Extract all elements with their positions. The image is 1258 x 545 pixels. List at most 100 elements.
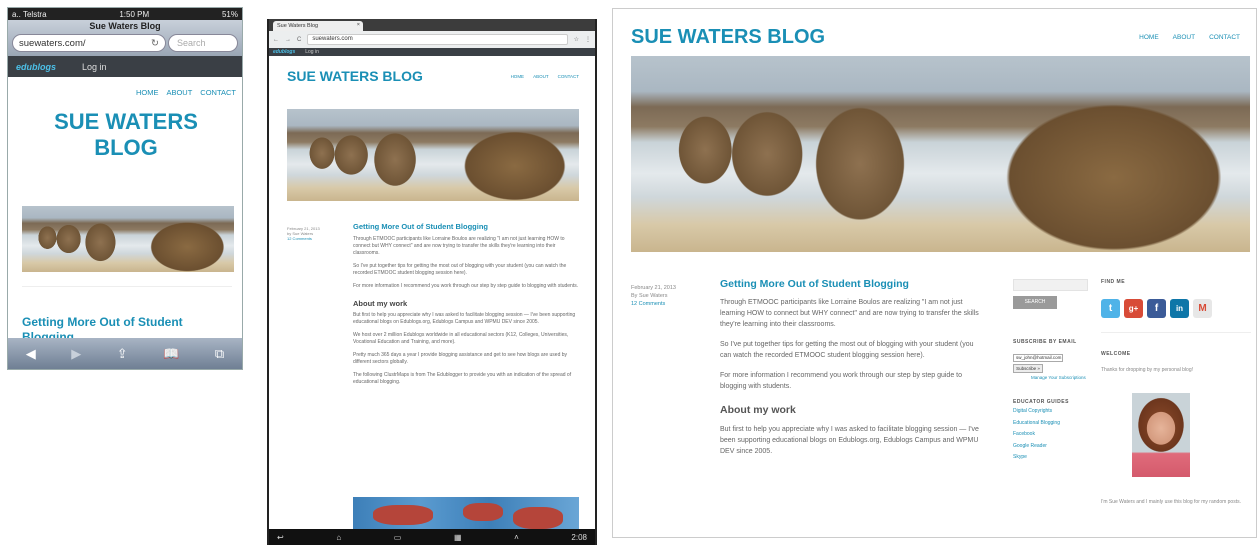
desktop-screenshot: SUE WATERS BLOG HOME ABOUT CONTACT Febru… (612, 8, 1257, 538)
up-icon[interactable]: ˄ (514, 533, 519, 542)
linkedin-icon[interactable]: in (1170, 299, 1189, 318)
main-nav: HOME ABOUT CONTACT (511, 74, 579, 79)
forward-icon[interactable]: → (285, 37, 291, 43)
guide-link[interactable]: Skype (1013, 452, 1088, 464)
nav-contact[interactable]: CONTACT (558, 74, 579, 79)
address-input[interactable]: suewaters.com (307, 34, 568, 45)
menu-icon[interactable]: ⋮ (585, 36, 591, 43)
login-link[interactable]: Log in (305, 49, 319, 55)
paragraph: For more information I recommend you wor… (720, 372, 963, 390)
twitter-icon[interactable]: t (1101, 299, 1120, 318)
subscribe-heading: SUBSCRIBE BY EMAIL (1013, 339, 1077, 345)
android-nav-bar: ↩ ⌂ ▭ ▦ ˄ 2:08 (269, 529, 595, 545)
paragraph: We host over 2 million Edublogs worldwid… (353, 332, 569, 345)
share-icon[interactable]: ⇪ (117, 346, 128, 362)
divider (22, 286, 232, 287)
welcome-heading: WELCOME (1101, 351, 1131, 357)
paragraph: So I've put together tips for getting th… (720, 341, 974, 359)
carrier-label: a.. Telstra (12, 9, 47, 19)
guide-link[interactable]: Google Reader (1013, 441, 1088, 453)
welcome-widget: WELCOME Thanks for dropping by my person… (1101, 351, 1251, 506)
googleplus-icon[interactable]: g+ (1124, 299, 1143, 318)
guide-link[interactable]: Digital Copyrights (1013, 406, 1088, 418)
comments-link[interactable]: 12 Comments (287, 236, 312, 241)
tabs-icon[interactable]: ⧉ (215, 346, 224, 362)
guides-heading: EDUCATOR GUIDES (1013, 399, 1069, 405)
home-icon[interactable]: ⌂ (336, 533, 341, 542)
paragraph: Pretty much 365 days a year I provide bl… (353, 352, 568, 365)
divider (1101, 332, 1251, 333)
back-icon[interactable]: ↩ (277, 533, 284, 542)
find-me-heading: FIND ME (1101, 279, 1126, 285)
search-input[interactable] (1013, 279, 1088, 291)
edublogs-logo[interactable]: edublogs (273, 49, 295, 55)
site-header: SUE WATERS BLOG HOME ABOUT CONTACT (613, 9, 1256, 49)
blog-title[interactable]: SUE WATERS BLOG (287, 68, 423, 84)
browser-toolbar: ◀ ▶ ⇪ 📖 ⧉ (8, 338, 242, 369)
forward-icon[interactable]: ▶ (71, 346, 81, 362)
paragraph: But first to help you appreciate why I w… (353, 312, 576, 325)
educator-guides: EDUCATOR GUIDES Digital Copyrights Educa… (1013, 399, 1088, 464)
recents-icon[interactable]: ▭ (394, 533, 402, 542)
back-icon[interactable]: ◀ (26, 346, 36, 362)
guide-link[interactable]: Facebook (1013, 429, 1088, 441)
nav-contact[interactable]: CONTACT (1209, 34, 1240, 41)
search-button[interactable]: SEARCH (1013, 296, 1057, 309)
header-image (631, 56, 1250, 252)
guide-link[interactable]: Educational Blogging (1013, 418, 1088, 430)
subscribe-button[interactable]: Subscribe » (1013, 364, 1043, 373)
post-meta: February 21, 2013 by Sue Waters 12 Comme… (287, 226, 337, 241)
profile-photo (1132, 393, 1190, 477)
post-title[interactable]: Getting More Out of Student Blogging (720, 279, 985, 290)
battery-label: 51% (221, 9, 238, 19)
admin-bar: edublogs Log in (8, 56, 242, 77)
header-image (22, 206, 234, 272)
phone-url-bar: Sue Waters Blog suewaters.com/ ↻ Search (8, 20, 242, 56)
nav-about[interactable]: ABOUT (166, 88, 192, 97)
sidebar-left: SEARCH SUBSCRIBE BY EMAIL sw_john@hotmai… (1013, 279, 1088, 464)
nav-home[interactable]: HOME (1139, 34, 1159, 41)
phone-status-bar: a.. Telstra 1:50 PM 51% (8, 8, 242, 20)
address-bar: ← → C suewaters.com ☆ ⋮ (269, 31, 595, 48)
nav-contact[interactable]: CONTACT (200, 88, 236, 97)
paragraph: Through ETMOOC participants like Lorrain… (353, 236, 565, 256)
post-content: Getting More Out of Student Blogging Thr… (353, 223, 579, 392)
comments-link[interactable]: 12 Comments (631, 301, 665, 307)
post-title[interactable]: Getting More Out of Student Blogging (353, 223, 579, 231)
header-image (287, 109, 579, 201)
phone-screenshot: a.. Telstra 1:50 PM 51% Sue Waters Blog … (7, 7, 243, 370)
reload-icon[interactable]: C (297, 37, 301, 43)
reload-icon[interactable]: ↻ (151, 38, 159, 49)
nav-home[interactable]: HOME (136, 88, 159, 97)
nav-home[interactable]: HOME (511, 74, 525, 79)
email-field[interactable]: sw_john@hotmail.com (1013, 354, 1063, 362)
paragraph: For more information I recommend you wor… (353, 283, 579, 289)
bookmarks-icon[interactable]: 📖 (163, 346, 179, 362)
back-icon[interactable]: ← (273, 37, 279, 43)
grid-icon[interactable]: ▦ (454, 533, 462, 542)
browser-tab[interactable]: Sue Waters Blog × (273, 21, 363, 31)
facebook-icon[interactable]: f (1147, 299, 1166, 318)
sidebar-right: FIND ME t g+ f in M WELCOME Thanks for d… (1101, 279, 1251, 506)
star-icon[interactable]: ☆ (574, 36, 579, 43)
blog-title[interactable]: SUE WATERS BLOG (51, 109, 201, 161)
search-input[interactable]: Search (168, 34, 238, 52)
blog-title[interactable]: SUE WATERS BLOG (631, 26, 825, 49)
nav-about[interactable]: ABOUT (533, 74, 549, 79)
nav-about[interactable]: ABOUT (1173, 34, 1195, 41)
social-icons: t g+ f in M (1101, 299, 1251, 318)
post-meta: February 21, 2013 By Sue Waters 12 Comme… (631, 284, 703, 308)
main-nav: HOME ABOUT CONTACT (1139, 34, 1240, 41)
close-tab-icon[interactable]: × (357, 22, 360, 28)
manage-subscriptions-link[interactable]: Manage Your Subscriptions (1031, 375, 1088, 381)
login-link[interactable]: Log in (82, 62, 107, 72)
page-title: Sue Waters Blog (89, 21, 161, 31)
about-heading: About my work (720, 404, 796, 416)
email-icon[interactable]: M (1193, 299, 1212, 318)
bio-text: I'm Sue Waters and I mainly use this blo… (1101, 499, 1241, 505)
post-date: February 21, 2013 (631, 285, 676, 291)
address-input[interactable]: suewaters.com/ ↻ (12, 34, 166, 52)
edublogs-logo[interactable]: edublogs (16, 62, 56, 72)
paragraph: But first to help you appreciate why I w… (720, 426, 979, 455)
paragraph: The following ClustrMaps is from The Edu… (353, 372, 572, 385)
